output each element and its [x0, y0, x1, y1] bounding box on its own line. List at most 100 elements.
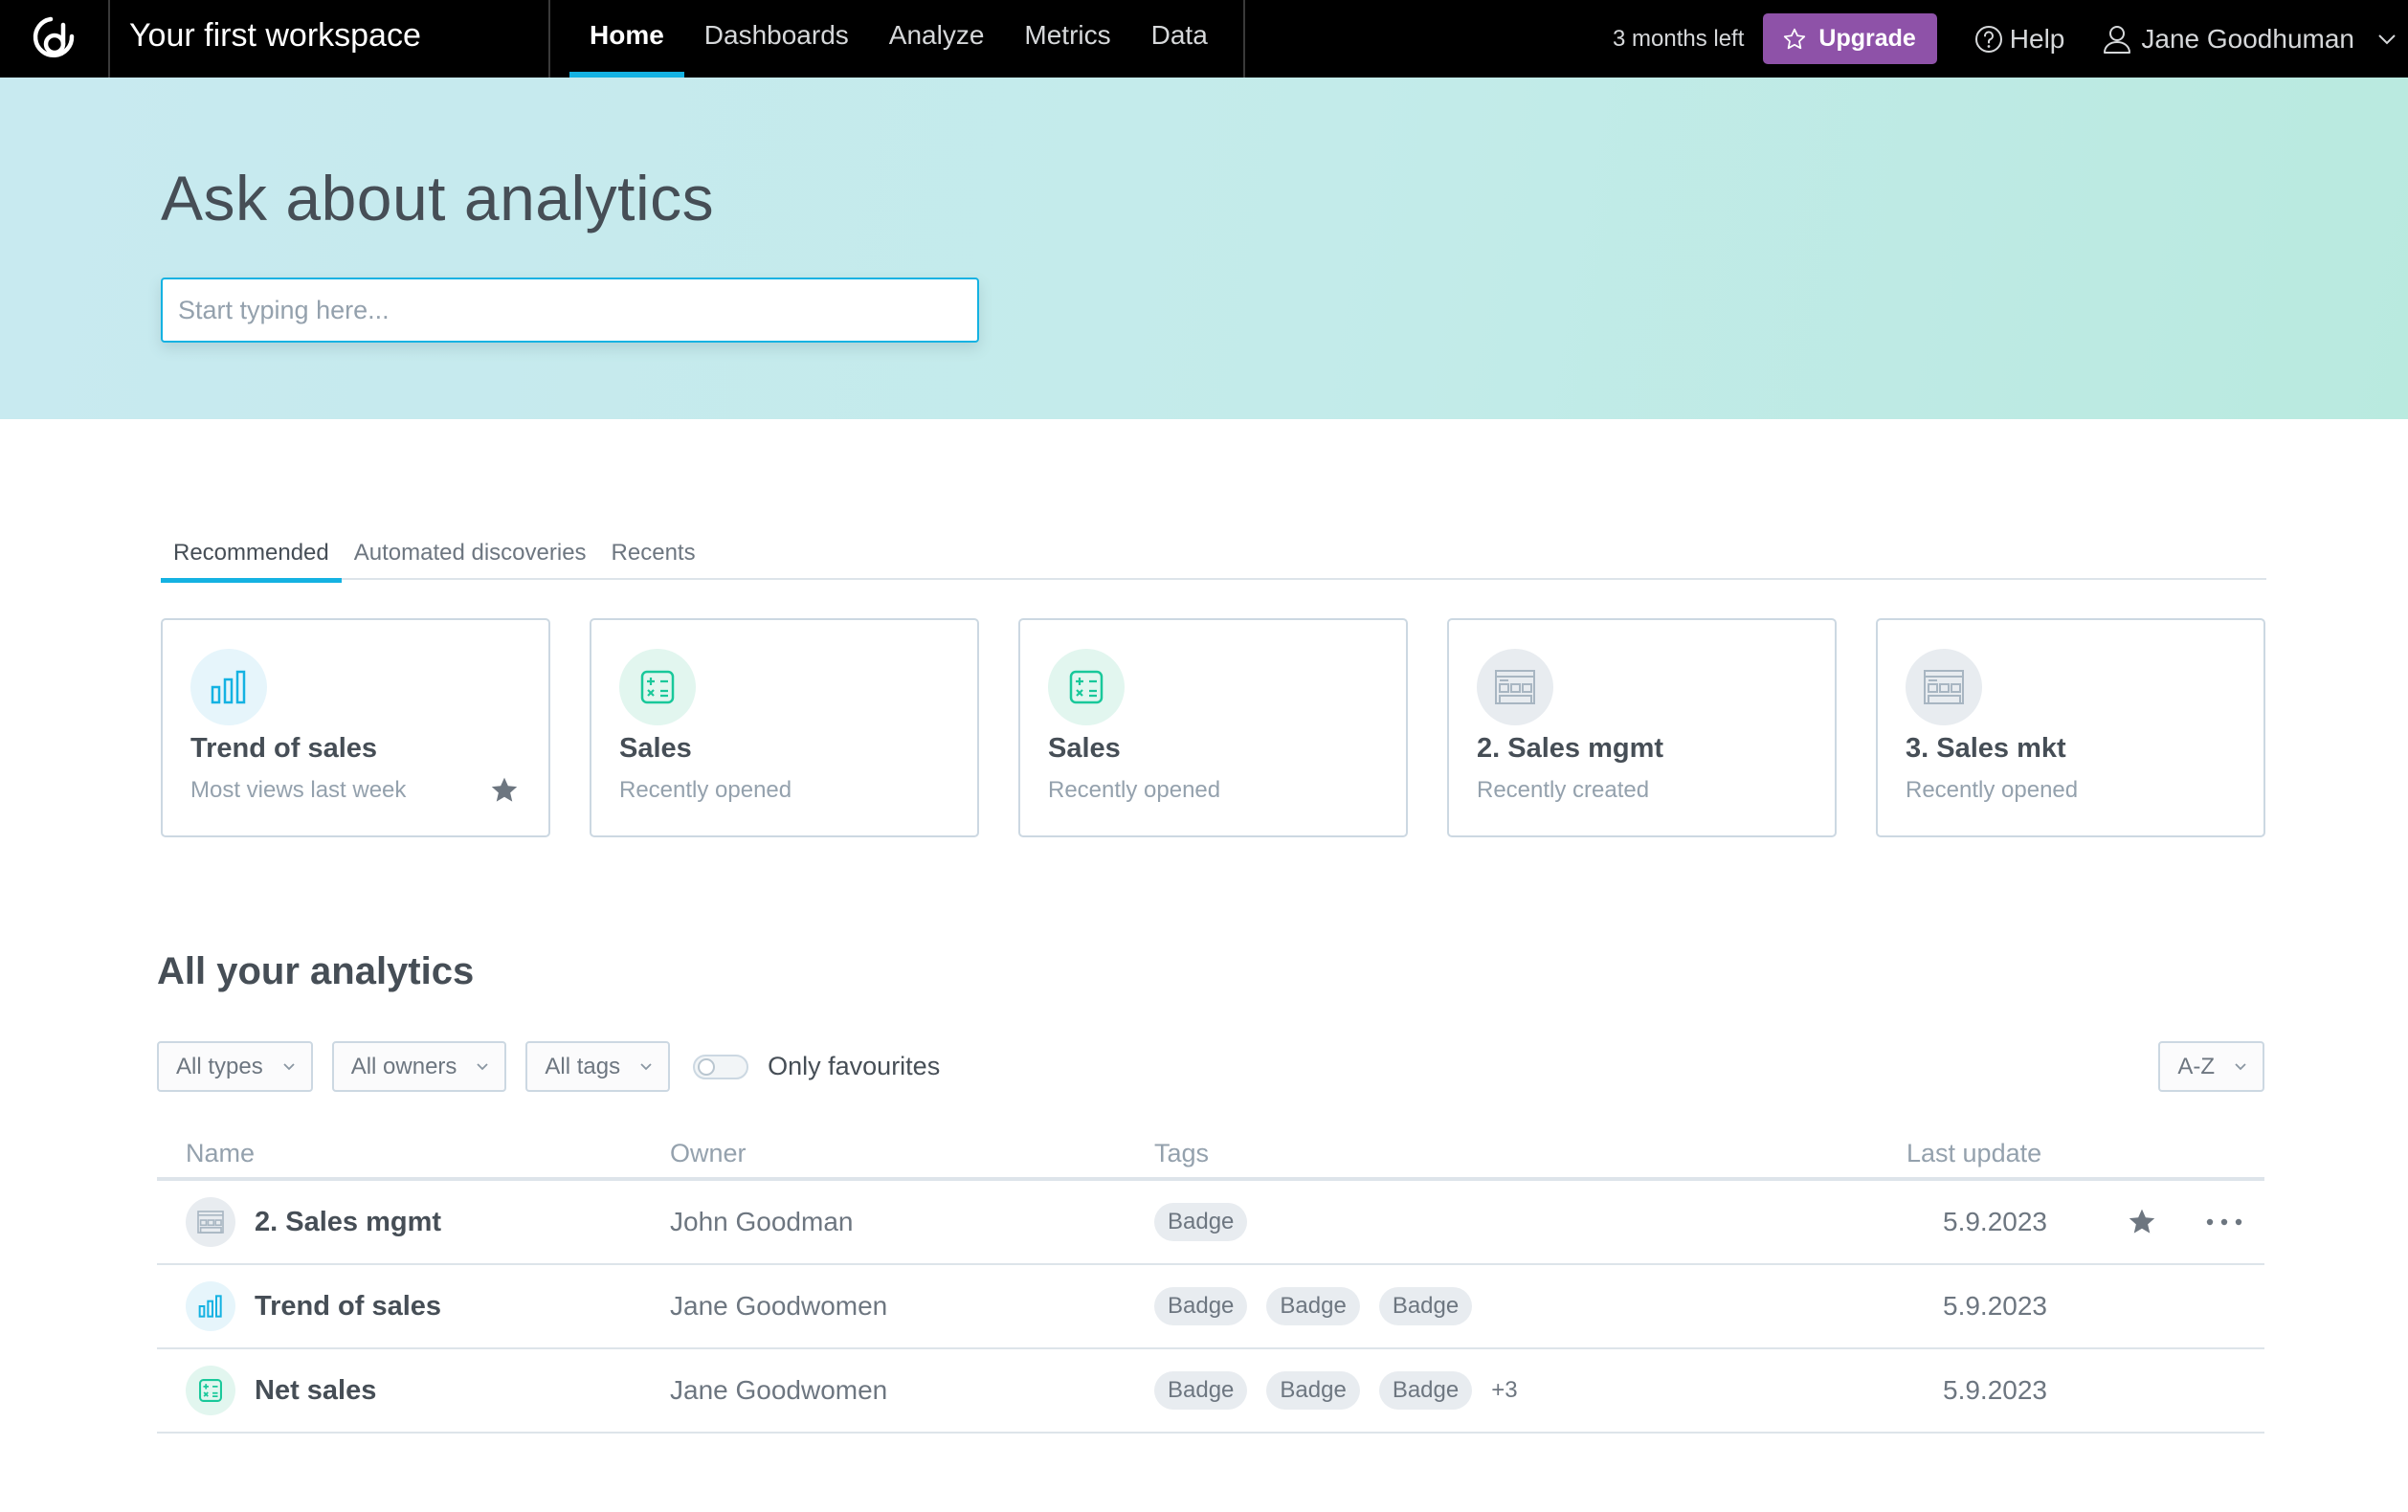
- tag-badge: Badge: [1266, 1287, 1360, 1325]
- bar-chart-icon: [211, 670, 246, 704]
- card-icon-container: [619, 649, 696, 725]
- only-favourites-label: Only favourites: [768, 1052, 941, 1080]
- tags-cell: Badge: [1154, 1181, 1266, 1263]
- table-row[interactable]: Net sales Jane Goodwomen Badge Badge Bad…: [157, 1349, 2264, 1434]
- tags-cell: Badge Badge Badge +3: [1154, 1349, 1518, 1432]
- actions-cell: [2205, 1181, 2243, 1263]
- upgrade-button[interactable]: Upgrade: [1763, 13, 1937, 64]
- chevron-down-icon: [2378, 33, 2396, 44]
- ask-search-input[interactable]: [161, 278, 979, 343]
- upgrade-label: Upgrade: [1818, 25, 1916, 52]
- card-subtitle: Recently opened: [1048, 777, 1221, 803]
- last-update-cell: 5.9.2023: [1943, 1375, 2047, 1405]
- name-cell: 2. Sales mgmt: [186, 1181, 441, 1263]
- hero-banner: Ask about analytics: [0, 78, 2408, 419]
- tag-badge: Badge: [1378, 1287, 1473, 1325]
- tag-badge: Badge: [1154, 1287, 1248, 1325]
- item-name[interactable]: 2. Sales mgmt: [255, 1207, 441, 1238]
- more-tags-count[interactable]: +3: [1491, 1377, 1517, 1404]
- card-icon-container: [1048, 649, 1125, 725]
- dropdown-value: All owners: [350, 1053, 457, 1079]
- row-icon-container: [186, 1197, 235, 1247]
- tab-recommended[interactable]: Recommended: [161, 536, 342, 583]
- recommended-card[interactable]: 2. Sales mgmt Recently created: [1447, 618, 1837, 837]
- card-icon-container: [1477, 649, 1553, 725]
- column-header-owner[interactable]: Owner: [670, 1139, 747, 1168]
- dashboard-icon: [1924, 670, 1964, 704]
- recommended-card[interactable]: Sales Recently opened: [590, 618, 979, 837]
- nav-home[interactable]: Home: [569, 0, 684, 78]
- sort-dropdown[interactable]: A-Z: [2158, 1041, 2264, 1092]
- help-label: Help: [2009, 23, 2065, 54]
- card-title: 3. Sales mkt: [1906, 733, 2066, 764]
- main-nav: Home Dashboards Analyze Metrics Data: [569, 0, 1228, 78]
- name-cell: Trend of sales: [186, 1265, 441, 1347]
- column-header-tags[interactable]: Tags: [1154, 1139, 1209, 1168]
- more-options-icon[interactable]: [2205, 1217, 2243, 1227]
- column-header-last-update[interactable]: Last update: [1906, 1139, 2041, 1168]
- chevron-down-icon: [283, 1062, 295, 1070]
- nav-divider: [548, 0, 550, 78]
- table-row[interactable]: Trend of sales Jane Goodwomen Badge Badg…: [157, 1265, 2264, 1349]
- workspace-title[interactable]: Your first workspace: [129, 0, 421, 78]
- tab-recents[interactable]: Recents: [599, 536, 708, 580]
- dashboard-icon: [1495, 670, 1535, 704]
- logo[interactable]: [0, 0, 110, 78]
- favourite-star-icon[interactable]: [2127, 1207, 2157, 1237]
- nav-metrics[interactable]: Metrics: [1004, 0, 1130, 78]
- tag-badge: Badge: [1154, 1203, 1248, 1241]
- owner-cell: John Goodman: [670, 1207, 854, 1236]
- card-icon-container: [190, 649, 267, 725]
- column-header-name[interactable]: Name: [186, 1139, 255, 1168]
- page-title: Ask about analytics: [161, 163, 715, 233]
- card-title: Sales: [1048, 733, 1121, 764]
- sort-value: A-Z: [2177, 1053, 2215, 1079]
- nav-analyze[interactable]: Analyze: [869, 0, 1005, 78]
- question-circle-icon: [1974, 25, 2002, 53]
- star-outline-icon: [1784, 28, 1806, 49]
- item-name[interactable]: Net sales: [255, 1375, 376, 1407]
- nav-data[interactable]: Data: [1131, 0, 1228, 78]
- help-link[interactable]: Help: [1973, 23, 2065, 55]
- tags-cell: Badge Badge Badge: [1154, 1265, 1491, 1347]
- only-favourites-toggle[interactable]: [693, 1054, 749, 1079]
- type-filter-dropdown[interactable]: All types: [157, 1041, 313, 1092]
- card-subtitle: Recently opened: [619, 777, 792, 803]
- recommended-cards: Trend of sales Most views last week Sale…: [161, 618, 2266, 837]
- right-nav: 3 months left Upgrade Help Jane Goodhuma…: [1613, 0, 2408, 78]
- card-title: Sales: [619, 733, 692, 764]
- recommended-card[interactable]: 3. Sales mkt Recently opened: [1876, 618, 2265, 837]
- bar-chart-icon: [198, 1295, 222, 1318]
- card-title: Trend of sales: [190, 733, 378, 764]
- tag-filter-dropdown[interactable]: All tags: [525, 1041, 671, 1092]
- card-subtitle: Recently created: [1477, 777, 1650, 803]
- recommended-card[interactable]: Trend of sales Most views last week: [161, 618, 550, 837]
- user-menu[interactable]: Jane Goodhuman: [2103, 24, 2397, 55]
- trial-remaining-text: 3 months left: [1612, 25, 1745, 52]
- row-icon-container: [186, 1366, 235, 1415]
- table-row[interactable]: 2. Sales mgmt John Goodman Badge 5.9.202…: [157, 1181, 2264, 1265]
- chevron-down-icon: [477, 1062, 489, 1070]
- favourite-star-icon[interactable]: [489, 775, 520, 806]
- dropdown-value: All tags: [545, 1053, 621, 1079]
- card-subtitle: Most views last week: [190, 777, 407, 803]
- nav-divider: [1243, 0, 1245, 78]
- calculator-icon: [199, 1379, 222, 1402]
- tag-badge: Badge: [1378, 1371, 1473, 1410]
- item-name[interactable]: Trend of sales: [255, 1291, 441, 1323]
- analytics-table: Name Owner Tags Last update 2. Sales mgm…: [157, 1131, 2264, 1434]
- filter-bar: All types All owners All tags Only favou…: [157, 1041, 940, 1092]
- owner-filter-dropdown[interactable]: All owners: [331, 1041, 507, 1092]
- row-icon-container: [186, 1281, 235, 1331]
- owner-cell: Jane Goodwomen: [670, 1375, 888, 1405]
- favourite-cell: [2127, 1181, 2157, 1263]
- recommended-card[interactable]: Sales Recently opened: [1018, 618, 1408, 837]
- gooddata-logo-icon: [33, 16, 74, 57]
- tab-automated-discoveries[interactable]: Automated discoveries: [342, 536, 599, 580]
- tag-badge: Badge: [1154, 1371, 1248, 1410]
- last-update-cell: 5.9.2023: [1943, 1291, 2047, 1321]
- nav-dashboards[interactable]: Dashboards: [684, 0, 869, 78]
- card-icon-container: [1906, 649, 1982, 725]
- chevron-down-icon: [640, 1062, 652, 1070]
- chevron-down-icon: [2235, 1062, 2246, 1070]
